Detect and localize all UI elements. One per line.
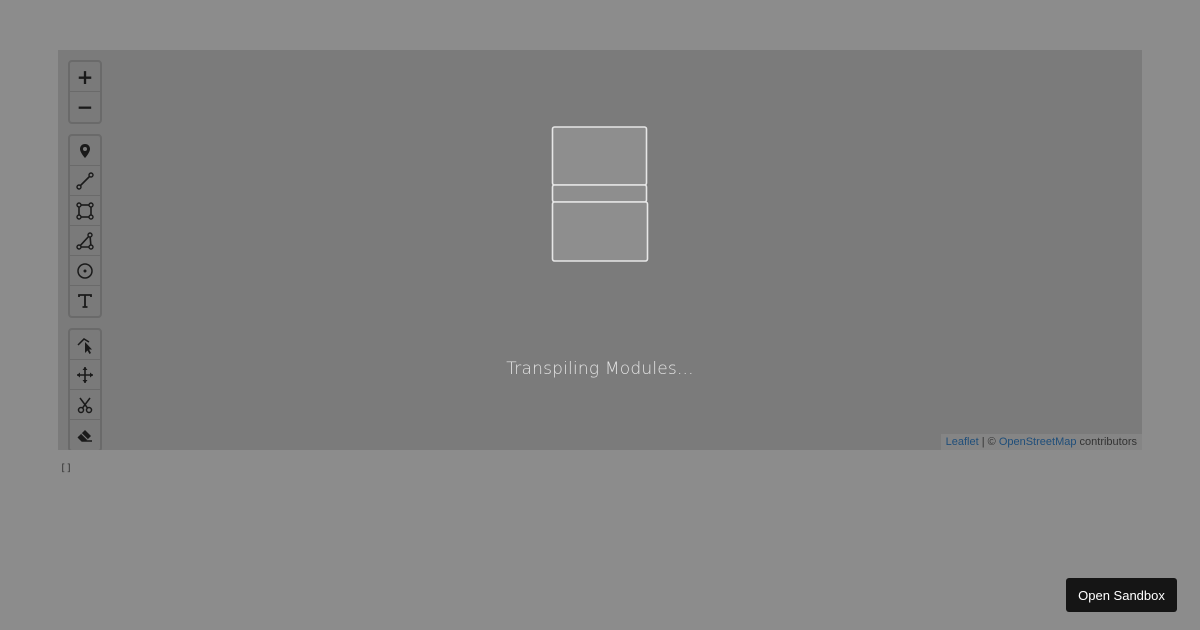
attribution-suffix: contributors: [1076, 436, 1137, 448]
cut-mode-button[interactable]: [70, 390, 100, 420]
edit-toolbar: [68, 328, 102, 450]
openstreetmap-link[interactable]: OpenStreetMap: [999, 436, 1077, 448]
draw-rectangle-button[interactable]: [70, 196, 100, 226]
leaflet-link[interactable]: Leaflet: [946, 436, 979, 448]
rectangle-icon: [76, 201, 94, 220]
attribution-separator: | ©: [978, 436, 999, 448]
cut-icon: [77, 397, 93, 413]
eraser-icon: [77, 430, 92, 442]
loading-icon: [551, 126, 649, 262]
draw-text-button[interactable]: [70, 286, 100, 316]
marker-icon: [80, 143, 90, 158]
draw-polygon-button[interactable]: [70, 226, 100, 256]
open-sandbox-button[interactable]: Open Sandbox: [1066, 578, 1177, 612]
draw-marker-button[interactable]: [70, 136, 100, 166]
console-output: []: [60, 463, 73, 474]
edit-mode-button[interactable]: [70, 330, 100, 360]
map-attribution: Leaflet | © OpenStreetMap contributors: [940, 434, 1142, 450]
circle-icon: [77, 262, 93, 279]
zoom-control: + −: [68, 60, 102, 124]
polygon-icon: [76, 231, 94, 250]
zoom-out-button[interactable]: −: [70, 92, 100, 122]
map-container[interactable]: + − Transpiling Modules... Leaflet | © O…: [58, 50, 1142, 450]
text-icon: [78, 294, 92, 308]
remove-mode-button[interactable]: [70, 420, 100, 450]
polyline-icon: [76, 171, 94, 190]
draw-toolbar: [68, 134, 102, 318]
edit-icon: [77, 337, 92, 354]
draw-polyline-button[interactable]: [70, 166, 100, 196]
zoom-in-button[interactable]: +: [70, 62, 100, 92]
loading-status-text: Transpiling Modules...: [506, 359, 694, 379]
draw-circle-button[interactable]: [70, 256, 100, 286]
